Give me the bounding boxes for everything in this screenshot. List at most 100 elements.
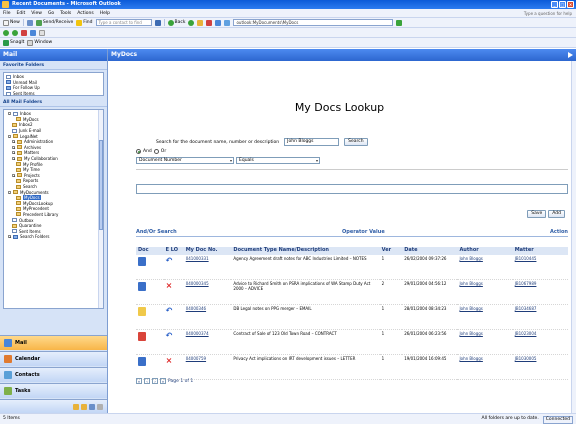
search-input[interactable]: John Bloggs <box>284 138 340 146</box>
operator-select[interactable]: Equals <box>236 157 320 164</box>
content-scrollbar[interactable] <box>571 61 576 413</box>
forward-arrow-icon[interactable] <box>12 29 18 36</box>
checkout-icon[interactable]: ↶ <box>166 256 173 265</box>
help-question-box[interactable]: Type a question for help <box>524 11 572 16</box>
doc-author-link[interactable]: John Bloggs <box>457 354 513 380</box>
doc-author-link[interactable]: John Bloggs <box>457 279 513 305</box>
word-document-icon[interactable] <box>138 256 146 266</box>
collapse-icon[interactable]: - <box>8 112 11 116</box>
favorite-sent-items[interactable]: Sent Items <box>6 91 101 97</box>
col-description[interactable]: Document Type Name/Description <box>231 247 380 255</box>
col-matter[interactable]: Matter <box>512 247 568 255</box>
nav-tasks-button[interactable]: Tasks <box>0 383 107 398</box>
expand-icon[interactable]: + <box>12 157 16 161</box>
nav-calendar-button[interactable]: Calendar <box>0 351 107 366</box>
save-button[interactable]: Save <box>527 210 547 218</box>
up-folder-icon[interactable] <box>197 19 204 26</box>
col-elo[interactable]: E LO <box>163 247 184 255</box>
table-row[interactable]: ↶ 040000374 Contract of Sale of 123 Old … <box>136 329 568 355</box>
col-mydoc-no[interactable]: My Doc No. <box>183 247 232 255</box>
stop-icon[interactable] <box>206 19 213 26</box>
maximize-button[interactable]: □ <box>559 1 566 8</box>
first-page-button[interactable]: « <box>136 378 142 384</box>
refresh-icon[interactable] <box>30 29 36 36</box>
doc-number-link[interactable]: 04000759 <box>183 354 232 380</box>
expand-icon[interactable]: + <box>8 235 12 239</box>
doc-matter-link[interactable]: JB1067989 <box>512 279 568 305</box>
menu-actions[interactable]: Actions <box>77 11 93 16</box>
back-button[interactable]: Back <box>167 19 185 27</box>
page-icon[interactable] <box>39 29 45 36</box>
expand-icon[interactable]: + <box>12 151 16 155</box>
col-ver[interactable]: Ver <box>379 247 403 255</box>
stop-icon[interactable] <box>21 29 27 36</box>
help-icon[interactable] <box>154 19 161 26</box>
favorite-folders-header[interactable]: Favorite Folders <box>0 61 107 70</box>
doc-author-link[interactable]: John Bloggs <box>457 304 513 330</box>
home-icon[interactable] <box>224 19 231 26</box>
menu-edit[interactable]: Edit <box>17 11 26 16</box>
collapse-icon[interactable]: - <box>8 190 11 194</box>
doc-number-link[interactable]: 040000374 <box>183 329 232 355</box>
doc-matter-link[interactable]: JB1023004 <box>512 329 568 355</box>
delete-icon[interactable]: × <box>166 281 173 290</box>
search-button[interactable]: Search <box>344 138 368 146</box>
collapse-icon[interactable]: - <box>8 134 11 138</box>
doc-matter-link[interactable]: JB1010445 <box>512 254 568 280</box>
go-icon[interactable] <box>396 19 403 26</box>
and-radio[interactable] <box>136 149 141 154</box>
forward-arrow-icon[interactable] <box>188 19 195 26</box>
email-document-icon[interactable] <box>138 307 146 316</box>
menu-help[interactable]: Help <box>100 11 110 16</box>
snagit-button[interactable]: SnagIt <box>3 39 24 47</box>
last-page-button[interactable]: » <box>160 378 166 384</box>
doc-author-link[interactable]: John Bloggs <box>457 254 513 280</box>
expand-icon[interactable]: + <box>12 140 16 144</box>
word-document-icon[interactable] <box>138 282 146 291</box>
table-row[interactable]: ↶ 04000346 DB Legal notes on PPG merger … <box>136 304 568 330</box>
menu-go[interactable]: Go <box>48 11 54 16</box>
close-button[interactable]: × <box>567 1 574 8</box>
expand-icon[interactable]: + <box>12 173 16 177</box>
print-icon[interactable] <box>26 19 33 26</box>
doc-number-link[interactable]: 041000331 <box>183 254 232 280</box>
window-button[interactable]: Window <box>27 39 52 47</box>
add-button[interactable]: Add <box>548 210 565 218</box>
col-author[interactable]: Author <box>457 247 513 255</box>
col-doc[interactable]: Doc <box>136 247 164 255</box>
menu-view[interactable]: View <box>31 11 42 16</box>
find-contact-input[interactable]: Type a contact to find <box>95 19 152 26</box>
doc-matter-link[interactable]: JB1034687 <box>512 304 568 330</box>
table-row[interactable]: ↶ 041000331 Agency Agreement draft notes… <box>136 254 568 280</box>
pdf-document-icon[interactable] <box>138 332 146 341</box>
prev-page-button[interactable]: ‹ <box>144 378 150 384</box>
minimize-button[interactable]: _ <box>551 1 558 8</box>
or-radio[interactable] <box>153 149 159 154</box>
expand-icon[interactable]: + <box>12 145 16 149</box>
folder-list-icon[interactable] <box>81 403 87 410</box>
next-page-button[interactable]: › <box>152 378 158 384</box>
refresh-icon[interactable] <box>215 19 222 26</box>
col-date[interactable]: Date <box>402 247 458 255</box>
value-input[interactable] <box>136 184 568 194</box>
doc-matter-link[interactable]: JB1030005 <box>512 354 568 380</box>
menu-file[interactable]: File <box>3 11 11 16</box>
shortcuts-icon[interactable] <box>89 403 95 410</box>
expand-arrow-icon[interactable] <box>568 52 573 58</box>
checkout-icon[interactable]: ↶ <box>166 306 173 315</box>
delete-icon[interactable]: × <box>166 356 173 365</box>
new-button[interactable]: New <box>3 19 20 27</box>
back-arrow-icon[interactable] <box>3 29 9 36</box>
table-row[interactable]: × 04000759 Privacy Act implications on I… <box>136 354 568 380</box>
nav-contacts-button[interactable]: Contacts <box>0 367 107 382</box>
scrollbar-thumb[interactable] <box>99 140 103 230</box>
doc-author-link[interactable]: John Bloggs <box>457 329 513 355</box>
field-select[interactable]: Document Number <box>136 157 234 164</box>
doc-number-link[interactable]: 04000346 <box>183 304 232 330</box>
configure-buttons-icon[interactable] <box>97 403 103 410</box>
table-row[interactable]: × 040000345 Advice to Richard Smith on P… <box>136 279 568 305</box>
send-receive-button[interactable]: Send/Receive <box>35 19 73 27</box>
notes-icon[interactable] <box>73 403 79 410</box>
folder-tree-scrollbar[interactable] <box>98 110 103 308</box>
word-document-icon[interactable] <box>138 357 146 366</box>
